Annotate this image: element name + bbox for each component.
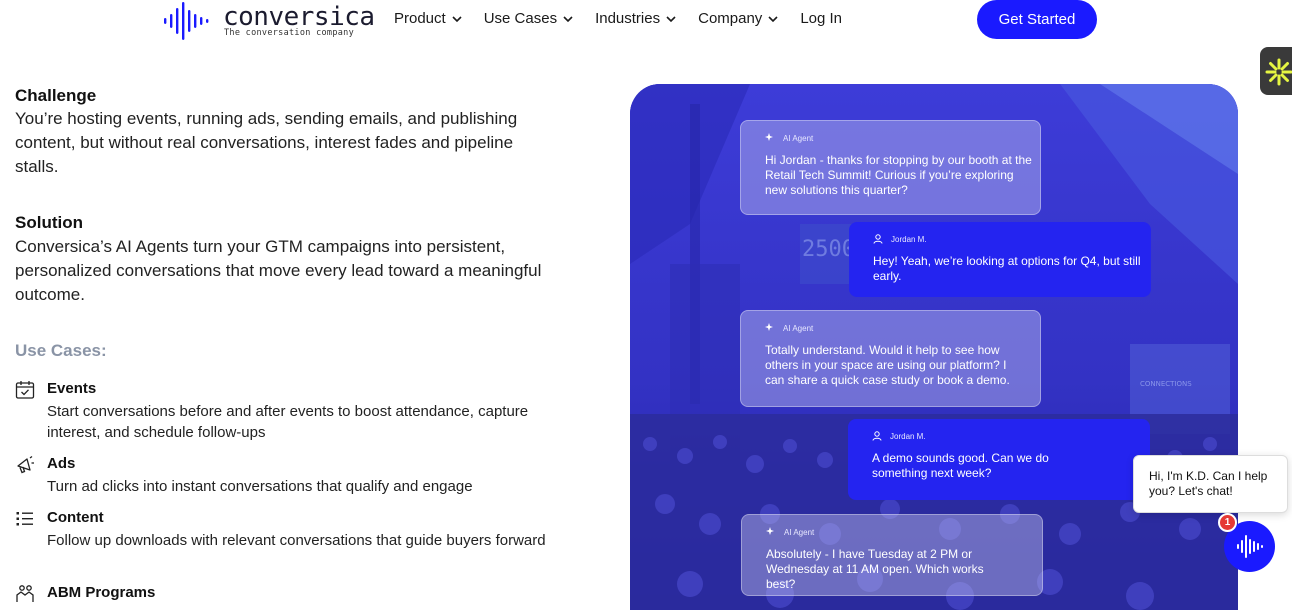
message-text: Hey! Yeah, we’re looking at options for … [873,254,1141,283]
user-icon [872,431,882,441]
user-icon [873,234,883,244]
use-cases-heading: Use Cases: [15,341,107,360]
solution-heading: Solution [15,213,83,232]
message-sender: AI Agent [765,133,813,143]
nav-industries-label: Industries [595,10,661,27]
message-sender: AI Agent [765,323,813,333]
svg-text:2500: 2500 [802,237,855,262]
sender-name: Jordan M. [891,234,927,244]
nav-company-label: Company [698,10,763,27]
svg-text:CONNECTIONS: CONNECTIONS [1140,380,1192,388]
asterisk-icon [1265,58,1292,86]
site-header: conversica The conversation company Prod… [0,0,1292,40]
use-case-desc: Start conversations before and after eve… [47,403,529,441]
use-case-name: Ads [47,455,76,472]
conversica-logo[interactable]: conversica The conversation company [163,0,375,42]
main-nav: Product Use Cases Industries Company Log… [394,10,842,27]
logo-wave-icon [164,2,209,40]
conversation-image-panel: 2500 CONNECTIONS AI Agent Hi Jordan - th… [630,84,1238,610]
unread-badge: 1 [1218,513,1237,532]
message-text: Absolutely - I have Tuesday at 2 PM or W… [766,547,984,591]
message-agent-3: AI Agent Absolutely - I have Tuesday at … [741,514,1043,596]
chat-greeting-popup[interactable]: Hi, I'm K.D. Can I help you? Let's chat! [1133,455,1288,513]
use-case-desc: Turn ad clicks into instant conversation… [47,478,473,495]
megaphone-icon [17,455,34,474]
chevron-down-icon [563,15,573,22]
challenge-heading: Challenge [15,86,97,105]
login-link[interactable]: Log In [800,10,842,27]
message-text: A demo sounds good. Can we do something … [872,451,1049,480]
calendar-check-icon [15,381,35,399]
chevron-down-icon [666,15,676,22]
challenge-text: You’re hosting events, running ads, send… [15,109,518,176]
chevron-down-icon [452,15,462,22]
sparkle-icon [766,527,774,535]
sender-name: AI Agent [783,323,814,333]
message-sender: Jordan M. [872,431,926,441]
use-case-desc: Follow up downloads with relevant conver… [47,532,546,549]
message-user-1: Jordan M. Hey! Yeah, we’re looking at op… [849,222,1151,297]
sparkle-icon [765,133,773,141]
message-text: Hi Jordan - thanks for stopping by our b… [765,153,1032,197]
nav-industries[interactable]: Industries [595,10,676,27]
get-started-button[interactable]: Get Started [977,0,1097,39]
nav-use-cases-label: Use Cases [483,10,558,27]
logo-tagline: The conversation company [224,28,355,38]
message-agent-1: AI Agent Hi Jordan - thanks for stopping… [740,120,1041,215]
message-text: Totally understand. Would it help to see… [765,343,1010,387]
message-sender: Jordan M. [873,234,927,244]
handshake-icon [16,585,34,602]
nav-company[interactable]: Company [698,10,778,27]
message-agent-2: AI Agent Totally understand. Would it he… [740,310,1041,407]
sender-name: AI Agent [784,527,815,537]
nav-product-label: Product [394,10,446,27]
chat-greeting-text: Hi, I'm K.D. Can I help you? Let's chat! [1149,469,1268,498]
sender-name: AI Agent [783,133,814,143]
nav-product[interactable]: Product [394,10,462,27]
sparkle-icon [765,323,773,331]
message-user-2: Jordan M. A demo sounds good. Can we do … [848,419,1150,500]
nav-use-cases[interactable]: Use Cases [484,10,573,27]
list-icon [16,512,33,526]
chevron-down-icon [768,15,778,22]
use-case-name: ABM Programs [47,584,156,601]
sender-name: Jordan M. [890,431,926,441]
message-sender: AI Agent [766,527,814,537]
use-case-name: Events [47,380,97,397]
side-feedback-tab[interactable] [1260,47,1292,95]
solution-text: Conversica’s AI Agents turn your GTM cam… [15,237,542,304]
use-case-name: Content [47,509,104,526]
